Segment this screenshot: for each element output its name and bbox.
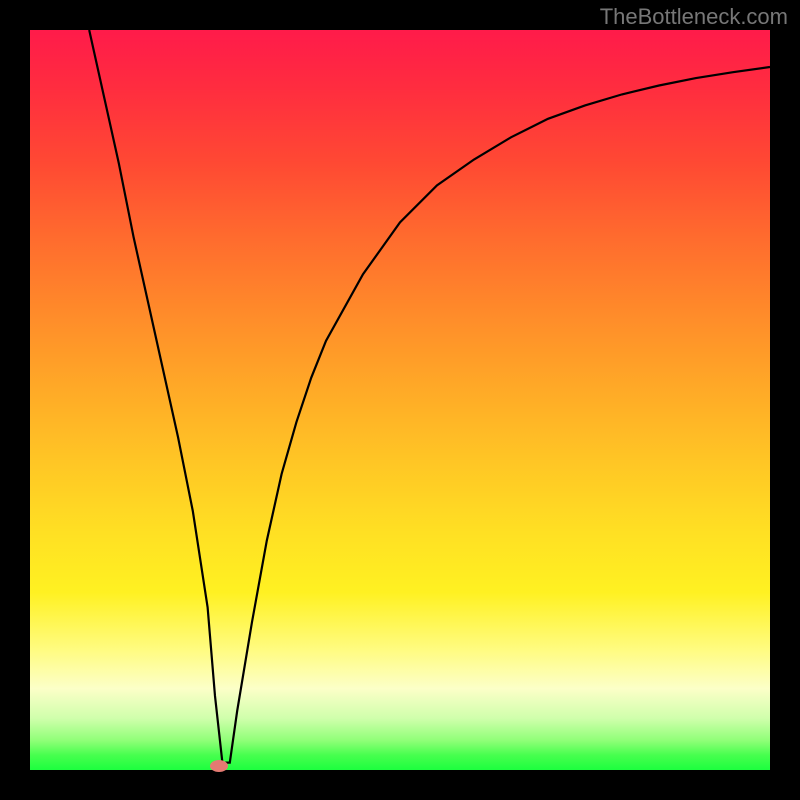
chart-container: TheBottleneck.com bbox=[0, 0, 800, 800]
optimal-point-marker bbox=[210, 760, 228, 772]
plot-background-gradient bbox=[30, 30, 770, 770]
watermark-text: TheBottleneck.com bbox=[600, 4, 788, 30]
